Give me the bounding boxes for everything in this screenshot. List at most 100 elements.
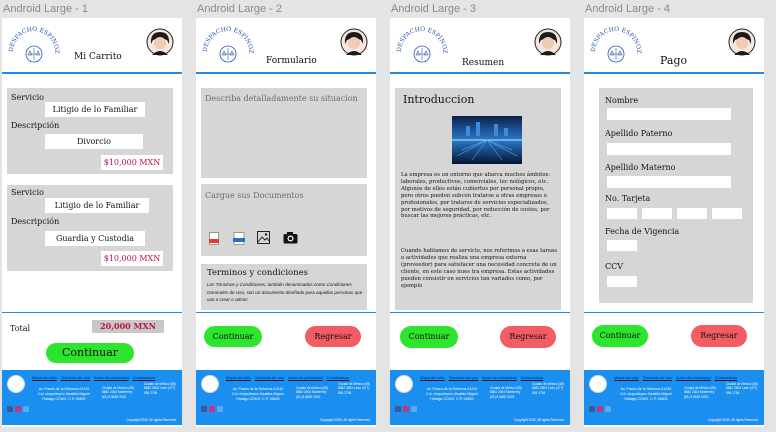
social-icons — [588, 398, 614, 425]
back-button[interactable]: Regresar — [305, 326, 361, 347]
expiry-input[interactable] — [607, 240, 637, 251]
avatar-icon[interactable] — [340, 28, 368, 56]
documents-upload[interactable]: Cargue sus Documentos — [201, 184, 367, 256]
footer-link-privacy[interactable]: Aviso de privacidad — [94, 375, 129, 380]
description-textarea[interactable]: Describa detalladamente su situacion — [201, 88, 367, 178]
frame-form: DESPACHO ESPINOZA Formulario Describa de… — [196, 18, 376, 427]
footer-contact: Ciudad de México (55) 8682 2304 Monterre… — [296, 386, 329, 399]
footer-link-contact[interactable]: Contactanos — [715, 375, 737, 380]
footer-link-contact[interactable]: Contactanos — [133, 375, 155, 380]
svg-text:DESPACHO ESPINOZA: DESPACHO ESPINOZA — [395, 24, 448, 54]
footer-address: Av. Paseo de la Reforma #1240 Col. chapu… — [426, 387, 478, 401]
page-title: Pago — [660, 54, 688, 67]
continue-button[interactable]: Continuar — [46, 343, 134, 363]
description-value: Guardia y Custodia — [45, 231, 145, 246]
back-button[interactable]: Regresar — [500, 326, 556, 348]
image-icon[interactable] — [257, 231, 270, 244]
twitter-icon[interactable] — [23, 406, 29, 412]
twitter-icon[interactable] — [411, 406, 417, 412]
back-button[interactable]: Regresar — [691, 325, 747, 347]
footer-contact: Ciudad de México (55) 8682 2604 León (47… — [338, 382, 371, 395]
service-value: Litigio de lo Familiar — [45, 102, 145, 117]
footer-links: Mapa del sitio Terminos de uso Aviso de pr… — [32, 375, 159, 380]
field-label: No. Tarjeta — [605, 194, 651, 203]
footer-link-privacy[interactable]: Aviso de privacidad — [482, 375, 517, 380]
logo-icon: DESPACHO ESPINOZA — [589, 24, 642, 63]
price-value: $10,000 MXN — [101, 155, 163, 170]
header: DESPACHO ESPINOZA Resumen — [390, 18, 570, 74]
instagram-icon[interactable] — [209, 406, 215, 412]
paternal-surname-input[interactable] — [607, 143, 731, 155]
card-number-input[interactable] — [677, 208, 707, 219]
service-label: Servicio — [11, 188, 44, 197]
footer-link-sitemap[interactable]: Mapa del sitio — [614, 375, 639, 380]
documents-label: Cargue sus Documentos — [205, 191, 304, 200]
footer: Mapa del sitio Terminos de uso Aviso de pr… — [390, 370, 570, 425]
doc-icon[interactable] — [233, 232, 245, 245]
instagram-icon[interactable] — [403, 406, 409, 412]
footer-link-terms[interactable]: Terminos de uso — [61, 375, 90, 380]
terms-box[interactable]: Terminos y condiciones Los Términos y Co… — [201, 264, 367, 310]
instagram-icon[interactable] — [597, 406, 603, 412]
footer: Mapa del sitio Terminos de uso Aviso de pr… — [584, 370, 764, 425]
avatar-icon[interactable] — [534, 28, 562, 56]
twitter-icon[interactable] — [605, 406, 611, 412]
instagram-icon[interactable] — [15, 406, 21, 412]
field-label: CCV — [605, 262, 624, 271]
footer-links: Mapa del sitio Terminos de uso Aviso de pr… — [420, 375, 547, 380]
footer-link-privacy[interactable]: Aviso de privacidad — [676, 375, 711, 380]
footer-link-sitemap[interactable]: Mapa del sitio — [226, 375, 251, 380]
camera-icon[interactable] — [283, 231, 298, 244]
header: DESPACHO ESPINOZA Mi Carrito — [2, 18, 182, 74]
twitter-icon[interactable] — [217, 406, 223, 412]
continue-button[interactable]: Continuar — [204, 326, 262, 347]
continue-button[interactable]: Continuar — [400, 326, 458, 348]
page-title: Formulario — [266, 56, 317, 66]
avatar-icon[interactable] — [146, 28, 174, 56]
ccv-input[interactable] — [607, 276, 637, 287]
footer-link-contact[interactable]: Contactanos — [327, 375, 349, 380]
card-number-input[interactable] — [607, 208, 637, 219]
footer-link-terms[interactable]: Terminos de uso — [255, 375, 284, 380]
facebook-icon[interactable] — [395, 406, 401, 412]
social-icons — [200, 398, 226, 425]
total-label: Total — [10, 324, 31, 333]
pdf-icon[interactable] — [209, 232, 219, 245]
maternal-surname-input[interactable] — [607, 176, 731, 188]
footer-link-sitemap[interactable]: Mapa del sitio — [32, 375, 57, 380]
footer-copyright: Copyright 2030, All rights Reserved. — [514, 418, 565, 422]
facebook-icon[interactable] — [7, 406, 13, 412]
description-placeholder: Describa detalladamente su situacion — [205, 94, 358, 103]
footer-link-terms[interactable]: Terminos de uso — [643, 375, 672, 380]
footer-link-contact[interactable]: Contactanos — [521, 375, 543, 380]
footer-copyright: Copyright 2030, All rights Reserved. — [708, 418, 759, 422]
footer-link-terms[interactable]: Terminos de uso — [449, 375, 478, 380]
facebook-icon[interactable] — [589, 406, 595, 412]
footer-logo-icon — [589, 375, 607, 393]
design-canvas: Android Large - 1 DESPACHO ESPINOZA Mi C… — [0, 0, 776, 432]
social-icons — [6, 398, 32, 425]
footer-contact: Ciudad de México (55) 8682 2604 León (47… — [726, 382, 759, 395]
frame-cart: DESPACHO ESPINOZA Mi Carrito Servicio Li… — [2, 18, 182, 427]
footer-link-privacy[interactable]: Aviso de privacidad — [288, 375, 323, 380]
footer-link-sitemap[interactable]: Mapa del sitio — [420, 375, 445, 380]
card-number-input[interactable] — [642, 208, 672, 219]
footer-logo-icon — [395, 375, 413, 393]
name-input[interactable] — [607, 108, 731, 120]
footer-address: Av. Paseo de la Reforma #1240 Col. chapu… — [38, 387, 90, 401]
service-value: Litigio de lo Familiar — [45, 198, 149, 213]
frame-title: Android Large - 1 — [3, 3, 88, 15]
facebook-icon[interactable] — [201, 406, 207, 412]
terms-title: Terminos y condiciones — [207, 268, 309, 278]
frame-summary: DESPACHO ESPINOZA Resumen Introduccion — [390, 18, 570, 427]
footer-copyright: Copyright 2030, All rights Reserved. — [126, 418, 177, 422]
header: DESPACHO ESPINOZA Pago — [584, 18, 764, 74]
svg-text:DESPACHO ESPINOZA: DESPACHO ESPINOZA — [201, 24, 254, 54]
continue-button[interactable]: Continuar — [592, 325, 648, 347]
footer-address: Av. Paseo de la Reforma #1240 Col. chapu… — [232, 387, 284, 401]
card-number-input[interactable] — [712, 208, 742, 219]
avatar-icon[interactable] — [728, 28, 756, 56]
divider — [196, 312, 376, 313]
svg-text:DESPACHO ESPINOZA: DESPACHO ESPINOZA — [589, 24, 642, 54]
intro-paragraph: La empresa es un entorno que abarca much… — [401, 172, 551, 220]
